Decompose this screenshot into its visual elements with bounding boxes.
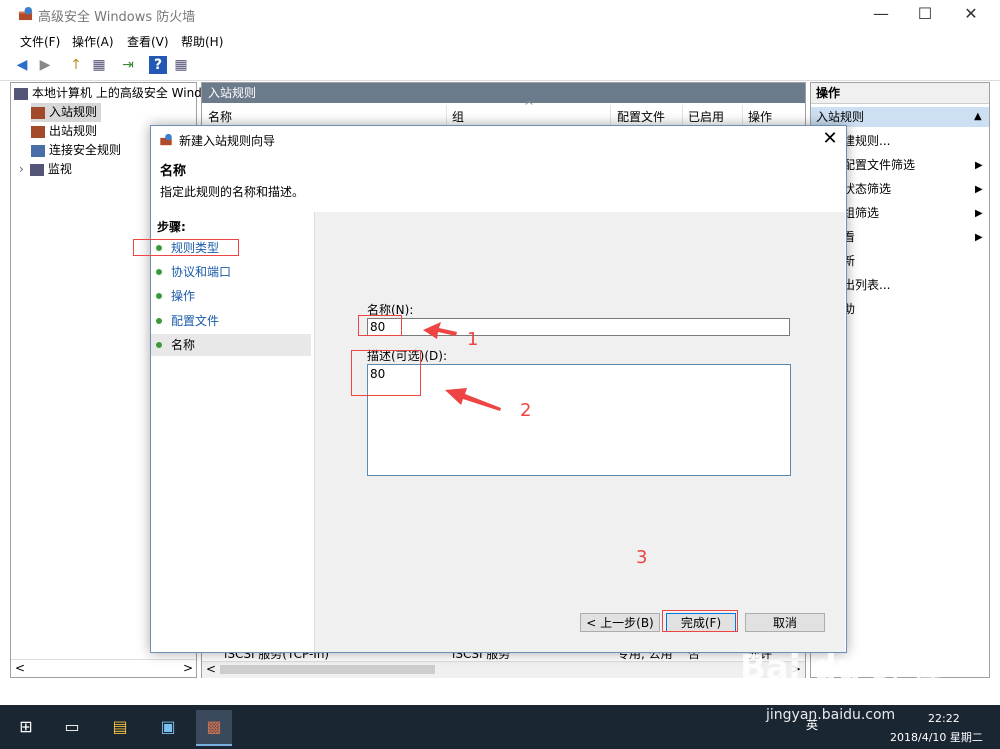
column-enabled[interactable]: 已启用 (688, 108, 724, 125)
annotation-number-2: 2 (520, 400, 532, 421)
baidu-watermark-logo: Bai du 经验 (740, 648, 941, 688)
tree-item-monitoring[interactable]: › 监视 (19, 160, 72, 179)
scroll-thumb[interactable] (220, 665, 435, 674)
tree-root[interactable]: 本地计算机 上的高级安全 Windows (14, 84, 225, 103)
wizard-subtitle: 指定此规则的名称和描述。 (160, 185, 305, 199)
column-divider (682, 105, 683, 125)
tree-item-inbound-rules[interactable]: 入站规则 (31, 103, 102, 122)
expand-chevron-icon[interactable]: › (19, 162, 24, 176)
collapse-arrow-icon[interactable]: ▲ (974, 107, 982, 127)
computer-icon (14, 87, 28, 100)
close-button[interactable]: ✕ (948, 0, 994, 28)
firewall-app-icon (18, 6, 33, 21)
clock-time[interactable]: 22:22 (928, 712, 960, 725)
tree-root-label: 本地计算机 上的高级安全 Windows (32, 86, 226, 100)
step-dot-icon (156, 293, 162, 299)
actions-header: 操作 (811, 83, 989, 104)
wizard-heading: 名称 (160, 164, 187, 179)
annotation-box-rule-type (133, 239, 239, 256)
watermark-url: jingyan.baidu.com (766, 707, 896, 723)
dialog-title: 新建入站规则向导 (179, 134, 276, 148)
forward-arrow-icon[interactable]: ▶ (36, 56, 54, 74)
submenu-arrow-icon: ▶ (975, 160, 983, 171)
list-header-title: 入站规则 (208, 86, 257, 100)
step-dot-icon (156, 269, 162, 275)
column-profile[interactable]: 配置文件 (617, 108, 665, 125)
actions-section-inbound[interactable]: 入站规则 ▲ (811, 107, 989, 127)
start-button-icon[interactable]: ⊞ (8, 710, 44, 744)
cancel-button[interactable]: 取消 (745, 613, 825, 632)
ime-indicator[interactable]: 英 (806, 716, 818, 733)
step-protocol-ports[interactable]: 协议和端口 (151, 261, 311, 283)
menu-file[interactable]: 文件(F) (20, 33, 60, 50)
scroll-left-icon[interactable]: < (206, 662, 216, 676)
step-label: 名称 (171, 338, 196, 352)
scroll-right-icon[interactable]: > (183, 661, 193, 675)
annotation-box-name (358, 315, 402, 336)
annotation-arrows (423, 322, 501, 411)
step-profile[interactable]: 配置文件 (151, 310, 311, 332)
show-hide-tree-icon[interactable]: ▦ (90, 56, 108, 74)
menu-action[interactable]: 操作(A) (72, 33, 114, 50)
clock-date[interactable]: 2018/4/10 星期二 (890, 729, 983, 745)
submenu-arrow-icon: ▶ (975, 232, 983, 243)
tree-item-outbound-rules[interactable]: 出站规则 (31, 122, 97, 141)
steps-label: 步骤: (157, 220, 186, 234)
tree-item-connection-security[interactable]: 连接安全规则 (31, 141, 121, 160)
column-name[interactable]: 名称 (208, 108, 232, 125)
submenu-arrow-icon: ▶ (975, 184, 983, 195)
tree-item-label: 入站规则 (49, 105, 98, 119)
step-dot-icon (156, 318, 162, 324)
back-arrow-icon[interactable]: ◀ (13, 56, 31, 74)
tree-item-label: 连接安全规则 (49, 143, 122, 157)
actions-header-label: 操作 (816, 86, 841, 100)
monitor-icon (29, 163, 44, 176)
task-view-icon[interactable]: ▭ (54, 710, 90, 744)
annotation-box-finish (662, 610, 738, 632)
column-header-row: 名称 组 配置文件 已启用 操作 ^ (202, 99, 805, 126)
column-divider (610, 105, 611, 125)
scroll-left-icon[interactable]: < (15, 661, 25, 675)
actions-section-label: 入站规则 (816, 110, 865, 124)
firewall-wizard-icon (160, 133, 172, 146)
menu-view[interactable]: 查看(V) (127, 33, 169, 50)
submenu-arrow-icon: ▶ (975, 208, 983, 219)
annotation-box-description (351, 350, 421, 396)
up-folder-icon[interactable]: ↑ (67, 56, 85, 74)
inbound-rules-icon (31, 106, 45, 119)
step-label: 配置文件 (171, 314, 220, 328)
help-icon[interactable]: ? (149, 56, 167, 74)
dialog-close-button[interactable]: ✕ (819, 128, 841, 149)
maximize-button[interactable]: ☐ (902, 0, 948, 28)
window-title: 高级安全 Windows 防火墙 (38, 10, 196, 25)
column-group[interactable]: 组 (452, 108, 464, 125)
firewall-taskbar-icon[interactable]: ▩ (196, 710, 232, 746)
server-manager-icon[interactable]: ▣ (150, 710, 186, 744)
annotation-number-1: 1 (467, 329, 479, 350)
action-pane-icon[interactable]: ▦ (172, 56, 190, 74)
column-action[interactable]: 操作 (748, 108, 772, 125)
sort-arrow-icon: ^ (524, 99, 535, 113)
connection-security-icon (31, 144, 45, 157)
column-divider (742, 105, 743, 125)
step-label: 协议和端口 (171, 265, 232, 279)
step-dot-icon (156, 342, 162, 348)
horizontal-scrollbar[interactable]: < > (11, 659, 196, 678)
tree-item-label: 监视 (47, 162, 72, 176)
export-icon[interactable]: ⇥ (119, 56, 137, 74)
menu-help[interactable]: 帮助(H) (181, 33, 223, 50)
title-bar[interactable]: 高级安全 Windows 防火墙 — ☐ ✕ (0, 0, 1000, 28)
step-action[interactable]: 操作 (151, 285, 311, 307)
list-header: 入站规则 (202, 83, 805, 103)
column-divider (446, 105, 447, 125)
file-explorer-icon[interactable]: ▤ (102, 710, 138, 744)
tree-item-label: 出站规则 (49, 124, 98, 138)
outbound-rules-icon (31, 125, 45, 138)
horizontal-scrollbar[interactable]: < > (202, 661, 805, 678)
step-name[interactable]: 名称 (151, 334, 311, 356)
minimize-button[interactable]: — (858, 0, 904, 28)
back-button[interactable]: < 上一步(B) (580, 613, 660, 632)
annotation-number-3: 3 (636, 547, 648, 568)
step-label: 操作 (171, 289, 196, 303)
